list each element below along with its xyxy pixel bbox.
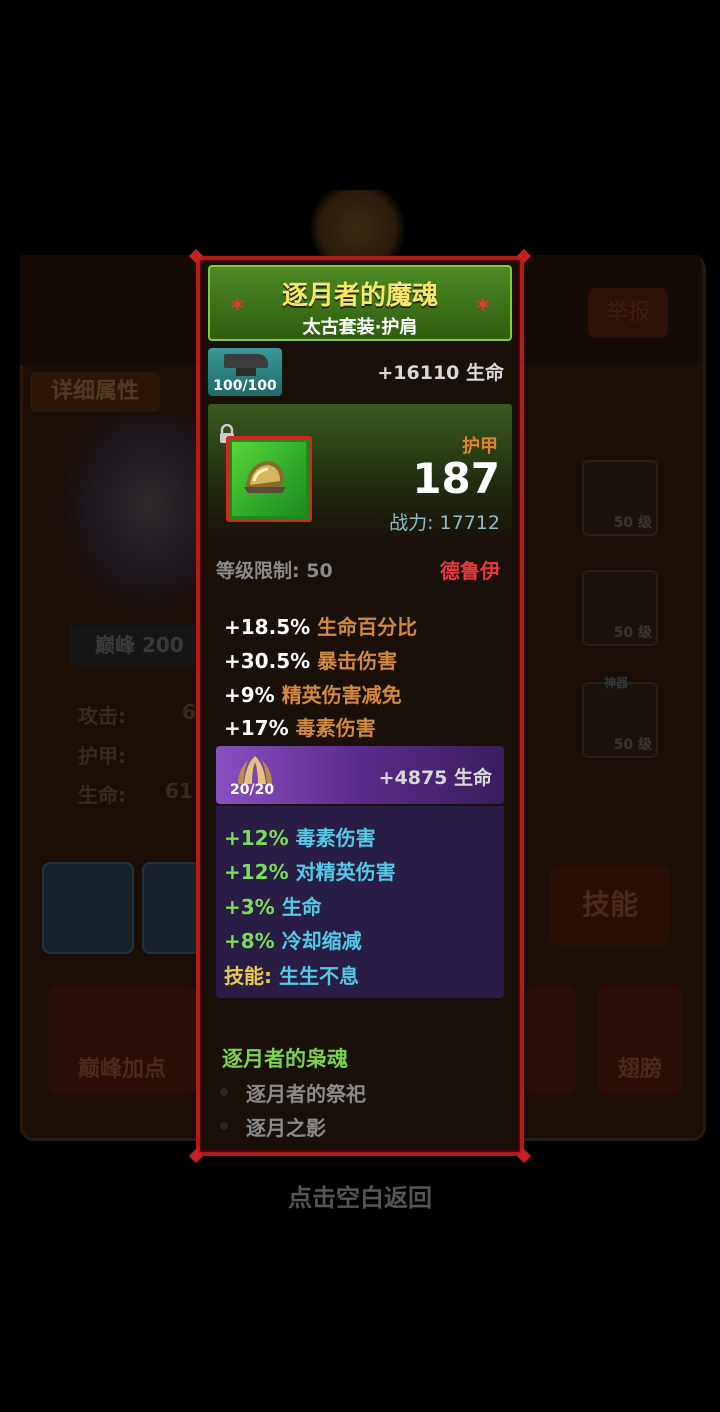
stat-value: +12% <box>224 860 289 884</box>
background-emblem <box>300 190 415 260</box>
set-piece-bullet <box>220 1122 228 1130</box>
bg-slot-level: 50 级 <box>613 737 652 753</box>
bg-equip-slot: 50 级 <box>582 682 658 758</box>
bg-slot-level: 50 级 <box>613 515 652 531</box>
bg-stat-armor-label: 护甲: <box>78 744 126 768</box>
stat-value: +3% <box>224 895 275 919</box>
level-label: 等级限制: <box>216 560 300 582</box>
rune-skill: 技能: 生生不息 <box>224 960 359 989</box>
item-title-bar: ✶ ✶ 逐月者的魔魂 太古套装·护肩 <box>208 265 512 341</box>
rune-header: 20/20 +4875 生命 <box>216 746 504 804</box>
forge-row: 100/100 +16110 生命 <box>208 348 512 396</box>
stat-name: 冷却缩减 <box>281 929 362 953</box>
skill-name: 生生不息 <box>278 964 359 988</box>
stat-name: 对精英伤害 <box>295 860 396 884</box>
bg-skill-button: 技能 <box>550 865 670 945</box>
power-value: 17712 <box>439 512 500 534</box>
set-piece: 逐月之影 <box>246 1116 326 1140</box>
forge-bonus: +16110 生命 <box>377 362 504 384</box>
detail-attributes-tab: 详细属性 <box>30 372 160 412</box>
bg-stat-life-label: 生命: <box>78 783 126 807</box>
forge-count: 100/100 <box>213 378 277 394</box>
bg-pet-thumb <box>42 862 134 954</box>
rune-stat: +12% 毒素伤害 <box>224 822 376 851</box>
set-piece-bullet <box>220 1088 228 1096</box>
set-piece: 逐月者的祭祀 <box>246 1082 366 1106</box>
stat-value: +17% <box>224 716 289 740</box>
item-set-slot: 太古套装·护肩 <box>302 317 418 338</box>
combat-power: 战力: 17712 <box>330 508 500 535</box>
stat-name: 生命百分比 <box>317 615 418 639</box>
peak-level-badge: 巅峰 200 <box>70 625 200 665</box>
level-requirement: 等级限制: 50 <box>216 556 333 583</box>
bg-stat-attack-value: 6 <box>182 700 196 724</box>
item-icon-frame <box>226 436 312 522</box>
item-stat: +9% 精英伤害减免 <box>224 679 402 708</box>
level-value: 50 <box>306 560 333 582</box>
stat-value: +30.5% <box>224 649 311 673</box>
rune-count: 20/20 <box>230 782 275 798</box>
anvil-icon: 100/100 <box>208 348 282 396</box>
power-label: 战力: <box>389 512 434 534</box>
background-top-right-button: 举报 <box>588 288 668 338</box>
bg-artifact-tag: 神器 <box>604 676 629 690</box>
rune-stat: +8% 冷却缩减 <box>224 925 362 954</box>
rune-bonus: +4875 生命 <box>378 767 492 789</box>
bg-pet-thumb <box>142 862 200 954</box>
stat-value: +18.5% <box>224 615 311 639</box>
armor-value: 187 <box>412 454 500 503</box>
stat-name: 毒素伤害 <box>295 716 376 740</box>
shoulder-armor-icon <box>244 461 286 493</box>
item-name: 逐月者的魔魂 <box>281 281 438 311</box>
stat-name: 生命 <box>281 895 322 919</box>
rune-stat: +12% 对精英伤害 <box>224 856 396 885</box>
stat-name: 毒素伤害 <box>295 826 376 850</box>
stat-value: +9% <box>224 683 275 707</box>
skill-label: 技能: <box>224 964 272 988</box>
item-stat: +30.5% 暴击伤害 <box>224 645 397 674</box>
tap-blank-to-return-hint[interactable]: 点击空白返回 <box>0 1178 720 1213</box>
hero-portrait <box>60 415 210 615</box>
bg-equip-slot: 50 级 <box>582 570 658 646</box>
bg-equip-slot: 50 级 <box>582 460 658 536</box>
stat-name: 暴击伤害 <box>317 649 398 673</box>
bg-stat-life-value: 61 <box>165 779 193 803</box>
bg-stat-attack-label: 攻击: <box>78 704 126 728</box>
rune-stat: +3% 生命 <box>224 891 322 920</box>
set-title: 逐月者的枭魂 <box>222 1047 348 1071</box>
bg-bottom-button <box>526 985 576 1095</box>
bg-peak-points-button: 巅峰加点 <box>48 985 196 1095</box>
stat-value: +12% <box>224 826 289 850</box>
stat-name: 精英伤害减免 <box>281 683 402 707</box>
item-stat: +18.5% 生命百分比 <box>224 611 417 640</box>
bg-slot-level: 50 级 <box>613 625 652 641</box>
stat-value: +8% <box>224 929 275 953</box>
item-stat: +17% 毒素伤害 <box>224 712 376 741</box>
bg-wings-button: 翅膀 <box>598 985 682 1095</box>
class-requirement: 德鲁伊 <box>440 559 500 583</box>
